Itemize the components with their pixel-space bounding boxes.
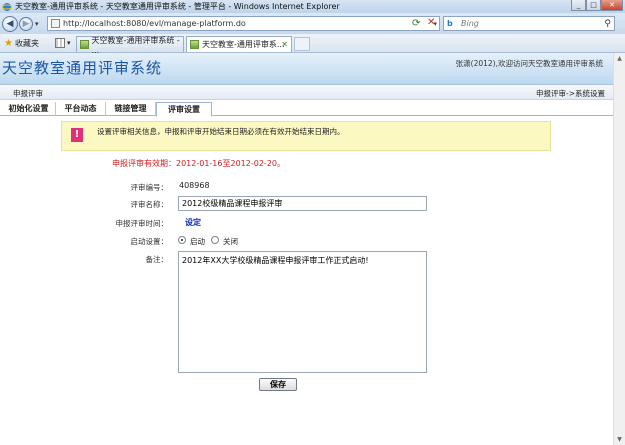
arrow-left-icon: ◀ <box>6 18 14 29</box>
breadcrumb-bar: 申报评审 申报评审->系统设置 <box>0 85 613 100</box>
scroll-down-icon[interactable]: ▼ <box>614 434 625 445</box>
note-label: 备注： <box>145 255 169 264</box>
address-input[interactable]: http://localhost:8080/evl/manage-platfor… <box>47 16 440 31</box>
tab-platform-news[interactable]: 平台动态 <box>56 102 106 116</box>
bing-icon: b <box>447 19 453 28</box>
section-label[interactable]: 申报评审 <box>13 88 43 99</box>
search-placeholder[interactable]: Bing <box>461 19 479 28</box>
start-setting-label: 启动设置： <box>130 237 169 246</box>
tab-link-management[interactable]: 链接管理 <box>106 102 156 116</box>
star-icon: ★ <box>4 37 13 49</box>
note-textarea[interactable]: 2012年XX大学校级精品课程申报评审工作正式启动! <box>178 251 427 373</box>
browser-tab-label: 天空教室-通用评审系统 - ... <box>91 35 180 55</box>
set-time-link[interactable]: 设定 <box>185 217 201 228</box>
history-dropdown-icon[interactable]: ▾ <box>35 20 39 28</box>
start-off-label[interactable]: 关闭 <box>223 236 238 247</box>
browser-tab-1[interactable]: 天空教室-通用评审系统 - ... <box>76 35 184 55</box>
validity-period: 申报评审有效期：2012-01-16至2012-02-20。 <box>112 159 285 168</box>
review-name-label: 评审名称： <box>130 200 169 209</box>
review-id-value: 408968 <box>179 181 210 190</box>
exclamation-icon: ! <box>71 128 83 142</box>
address-toolbar: ◀ ▶ ▾ http://localhost:8080/evl/manage-p… <box>0 13 625 34</box>
site-header: 天空教室通用评审系统 张潇(2012),欢迎访问天空教室通用评审系统 <box>0 53 613 85</box>
site-title: 天空教室通用评审系统 <box>2 59 163 77</box>
start-on-radio[interactable] <box>178 236 186 244</box>
minimize-button[interactable]: _ <box>571 0 586 11</box>
page-scrollbar[interactable]: ▲ ▼ <box>613 53 625 445</box>
review-time-label: 申报评审时间： <box>115 219 169 228</box>
favorites-button[interactable]: ★ 收藏夹 <box>4 38 39 49</box>
forward-button[interactable]: ▶ <box>19 16 33 31</box>
review-name-input[interactable] <box>178 196 427 211</box>
browser-tab-label: 天空教室-通用评审系... <box>202 40 285 49</box>
tab-init-settings[interactable]: 初始化设置 <box>2 102 56 116</box>
settings-tabs: 初始化设置 平台动态 链接管理 评审设置 <box>0 100 613 117</box>
address-url[interactable]: http://localhost:8080/evl/manage-platfor… <box>63 19 246 28</box>
page-icon <box>51 19 60 28</box>
notice-box: ! 设置评审相关信息，申报和评审开始结束日期必须在有效开始结束日期内。 <box>61 121 551 151</box>
tab-review-settings[interactable]: 评审设置 <box>156 102 212 117</box>
browser-tab-2[interactable]: 天空教室-通用评审系... ✕ <box>186 36 292 52</box>
back-button[interactable]: ◀ <box>2 15 18 32</box>
search-icon[interactable]: ⚲ <box>604 19 611 29</box>
tab-page-icon <box>190 40 199 49</box>
close-window-button[interactable]: ✕ <box>601 0 623 11</box>
tab-page-icon <box>80 40 89 49</box>
tab-list-dropdown-icon[interactable]: ▾ <box>67 39 71 47</box>
close-tab-icon[interactable]: ✕ <box>281 40 288 49</box>
save-button[interactable]: 保存 <box>259 378 297 391</box>
window-titlebar: 天空教室-通用评审系统 - 天空教室通用评审系统 - 管理平台 - Window… <box>0 0 625 13</box>
refresh-icon[interactable]: ⟳ <box>412 18 420 29</box>
start-on-label[interactable]: 启动 <box>190 236 205 247</box>
notice-message: 设置评审相关信息，申报和评审开始结束日期必须在有效开始结束日期内。 <box>97 127 345 136</box>
start-off-radio[interactable] <box>211 236 219 244</box>
arrow-right-icon: ▶ <box>22 18 30 29</box>
window-title: 天空教室-通用评审系统 - 天空教室通用评审系统 - 管理平台 - Window… <box>15 2 340 11</box>
new-tab-button[interactable] <box>294 37 310 51</box>
browser-tab-bar: ★ 收藏夹 ▾ 天空教室-通用评审系统 - ... 天空教室-通用评审系... … <box>0 34 625 55</box>
maximize-button[interactable]: □ <box>586 0 601 11</box>
favorites-label: 收藏夹 <box>14 38 39 48</box>
stop-icon[interactable]: ✕ <box>427 17 435 28</box>
ie-logo-icon <box>2 2 12 11</box>
breadcrumb: 申报评审->系统设置 <box>536 89 605 98</box>
quick-tabs-icon[interactable] <box>54 38 65 48</box>
review-id-label: 评审编号： <box>130 183 169 192</box>
scroll-up-icon[interactable]: ▲ <box>614 53 625 64</box>
welcome-text: 张潇(2012),欢迎访问天空教室通用评审系统 <box>455 59 603 68</box>
search-input[interactable]: b Bing ⚲ <box>443 16 615 31</box>
